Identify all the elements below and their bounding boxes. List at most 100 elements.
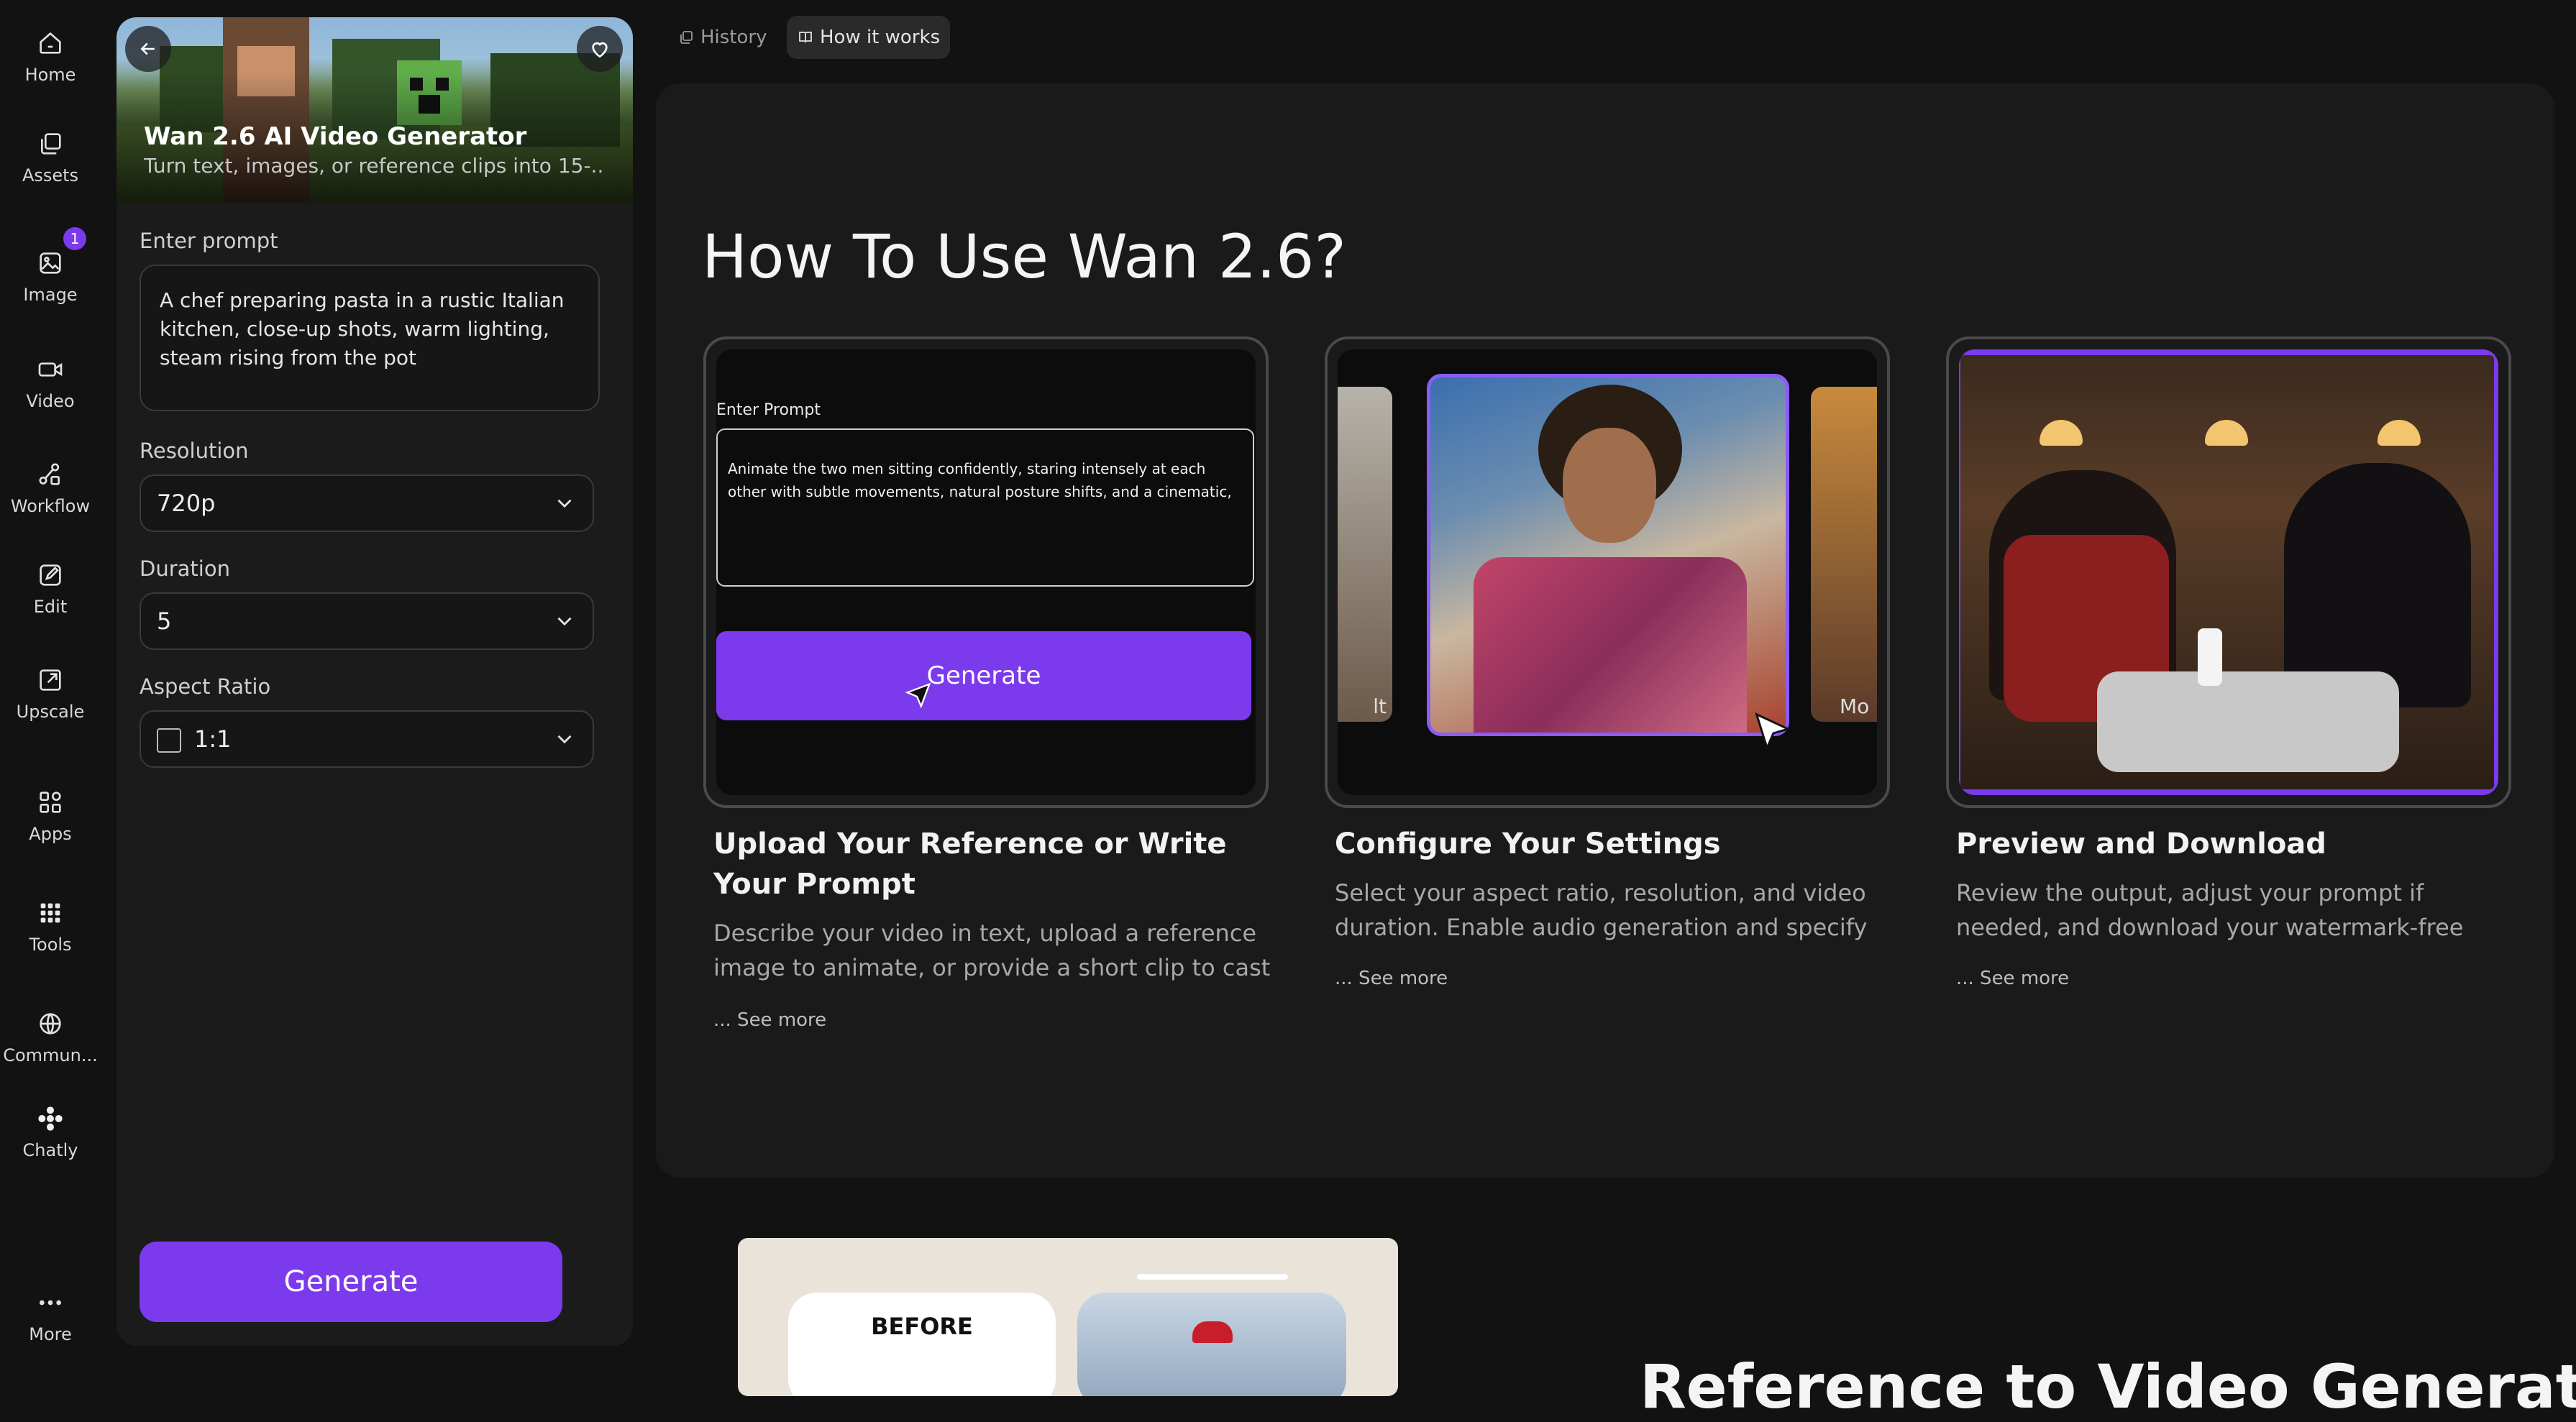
selected-thumbnail (1427, 374, 1789, 736)
aspect-ratio-label: Aspect Ratio (140, 674, 271, 699)
prompt-text: A chef preparing pasta in a rustic Itali… (160, 288, 565, 370)
section-title: How To Use Wan 2.6? (702, 221, 1346, 292)
chatly-icon (38, 1106, 63, 1131)
rail-image[interactable]: 1 Image (0, 227, 101, 305)
upscale-icon (40, 669, 61, 691)
rail-chatly[interactable]: Chatly (0, 1104, 101, 1160)
prompt-label: Enter prompt (140, 229, 278, 253)
globe-icon (40, 1013, 61, 1035)
aspect-ratio-value: 1:1 (194, 725, 232, 753)
demo-prompt-box: Animate the two men sitting confidently,… (716, 428, 1254, 587)
tool-title: Wan 2.6 AI Video Generator (144, 122, 527, 151)
step-card-preview (1946, 336, 2511, 808)
tab-label: How it works (820, 27, 941, 48)
book-icon (799, 32, 812, 43)
step-card-prompt: Enter Prompt Animate the two men sitting… (703, 336, 1269, 808)
prompt-textarea[interactable]: A chef preparing pasta in a rustic Itali… (140, 265, 600, 411)
preview-demo (1959, 349, 2498, 795)
cursor-icon (905, 682, 931, 709)
edit-icon (40, 564, 61, 586)
tab-label: History (700, 27, 767, 48)
see-more-link[interactable]: ... See more (713, 1009, 826, 1031)
back-button[interactable] (125, 26, 171, 72)
square-ratio-icon (157, 728, 181, 753)
step-title: Configure Your Settings (1335, 827, 1721, 861)
rail-label: Video (26, 391, 75, 411)
rail-more[interactable]: More (0, 1288, 101, 1344)
resolution-select[interactable]: 720p (140, 474, 594, 532)
rail-assets[interactable]: Assets (0, 129, 101, 185)
step-description: Describe your video in text, upload a re… (713, 919, 1271, 981)
tool-subtitle: Turn text, images, or reference clips in… (144, 154, 604, 178)
tab-history[interactable]: History (667, 16, 777, 59)
apps-icon (40, 792, 61, 813)
aspect-ratio-select[interactable]: 1:1 (140, 710, 594, 768)
settings-demo: lt Mo (1338, 349, 1877, 795)
rail-label: Workflow (10, 496, 91, 516)
step-title: Upload Your Reference or Write Your Prom… (713, 827, 1227, 901)
image-icon (40, 252, 61, 274)
before-label: BEFORE (871, 1313, 973, 1340)
history-icon (680, 31, 693, 44)
rail-label: Home (24, 65, 76, 85)
tool-panel: Wan 2.6 AI Video Generator Turn text, im… (117, 17, 633, 1346)
rail-label: Chatly (22, 1140, 78, 1160)
rail-label: Apps (29, 824, 72, 844)
see-more-link[interactable]: ... See more (1335, 968, 1448, 989)
before-panel: BEFORE (788, 1293, 1056, 1396)
workflow-icon (39, 463, 60, 485)
tools-icon (40, 903, 60, 923)
step-title: Preview and Download (1956, 827, 2326, 861)
rail-workflow[interactable]: Workflow (0, 460, 101, 516)
aspect-ratio-display: 1:1 (157, 725, 232, 753)
step-card-settings: lt Mo (1325, 336, 1890, 808)
rail-label: More (29, 1324, 72, 1344)
prompt-demo: Enter Prompt Animate the two men sitting… (716, 349, 1256, 795)
notification-badge: 1 (63, 227, 86, 250)
before-after-card: BEFORE (738, 1238, 1398, 1396)
after-panel (1077, 1293, 1346, 1396)
favorite-button[interactable] (577, 26, 623, 72)
rail-home[interactable]: Home (0, 29, 101, 85)
chevron-down-icon (557, 499, 572, 508)
cursor-icon (1755, 712, 1791, 751)
side-thumbnail-right: Mo (1811, 387, 1877, 722)
rail-video[interactable]: Video (0, 355, 101, 411)
demo-prompt-label: Enter Prompt (716, 401, 821, 419)
left-rail: Home Assets 1 Image Video Workflow Edit … (0, 0, 101, 1380)
duration-value: 5 (157, 607, 172, 635)
video-icon (38, 362, 63, 377)
rail-tools[interactable]: Tools (0, 899, 101, 955)
side-thumbnail-label: lt (1373, 694, 1387, 718)
duration-select[interactable]: 5 (140, 592, 594, 650)
heart-icon (592, 42, 608, 58)
rail-label: Image (23, 285, 78, 305)
step-description: Select your aspect ratio, resolution, an… (1335, 879, 1868, 941)
rail-upscale[interactable]: Upscale (0, 666, 101, 722)
side-thumbnail-label: Mo (1840, 694, 1870, 718)
rail-label: Commun... (3, 1045, 98, 1065)
rail-label: Edit (33, 597, 68, 617)
resolution-value: 720p (157, 490, 216, 517)
rail-community[interactable]: Commun... (0, 1009, 101, 1065)
rail-label: Tools (29, 935, 72, 955)
chevron-down-icon (557, 735, 572, 744)
assets-icon (41, 133, 61, 155)
hero-banner: Wan 2.6 AI Video Generator Turn text, im… (117, 17, 633, 203)
side-thumbnail-left: lt (1338, 387, 1392, 722)
demo-prompt-text: Animate the two men sitting confidently,… (728, 460, 1232, 500)
more-icon (40, 1300, 61, 1306)
home-icon (40, 32, 61, 54)
generate-button[interactable]: Generate (140, 1242, 562, 1322)
resolution-label: Resolution (140, 439, 249, 463)
see-more-link[interactable]: ... See more (1956, 968, 2069, 989)
duration-label: Duration (140, 556, 230, 581)
arrow-left-icon (140, 42, 155, 55)
step-description: Review the output, adjust your prompt if… (1956, 879, 2464, 941)
rail-label: Assets (22, 165, 79, 185)
rail-label: Upscale (16, 702, 85, 722)
chevron-down-icon (557, 617, 572, 626)
rail-edit[interactable]: Edit (0, 561, 101, 617)
tab-how-it-works[interactable]: How it works (787, 16, 951, 59)
rail-apps[interactable]: Apps (0, 788, 101, 844)
